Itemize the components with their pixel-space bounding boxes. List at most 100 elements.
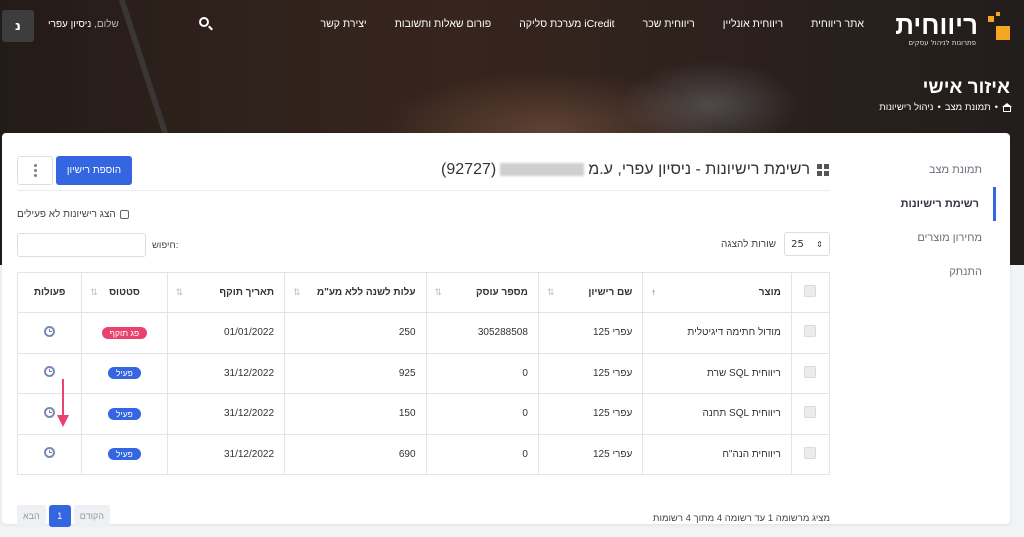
side-menu-item-logout[interactable]: התנתק bbox=[866, 255, 996, 289]
table-search: חיפוש: bbox=[17, 233, 178, 257]
logo-tagline: פתרונות לניהול עסקים bbox=[908, 39, 977, 47]
table-row: ריווחית הנה"ח עפרי 125 0 690 31/12/2022 … bbox=[16, 433, 831, 475]
col-header-license[interactable]: שם רישיון ⇅ bbox=[537, 272, 644, 313]
row-checkbox[interactable] bbox=[804, 406, 817, 419]
rows-per-page-label: שורות להצגה bbox=[721, 238, 776, 250]
pagination: הבא 1 הקודם bbox=[17, 505, 110, 527]
user-greeting: שלום, ניסיון עפרי bbox=[48, 19, 119, 30]
cell-product: מודול חתימה דיגיטלית bbox=[642, 312, 792, 354]
col-header-expiry[interactable]: תאריך תוקף ⇅ bbox=[166, 272, 286, 313]
cell-business-number: 0 bbox=[425, 393, 539, 435]
grid-icon bbox=[817, 164, 830, 177]
cell-product: ריווחית הנה"ח bbox=[642, 433, 792, 475]
licenses-panel: רשימת רישיונות - ניסיון עפרי, ע.מ (92727)… bbox=[16, 153, 831, 527]
breadcrumb: ניהול רישיונות • תמונת מצב • bbox=[879, 102, 1012, 113]
search-input[interactable] bbox=[17, 233, 146, 257]
add-license-button[interactable]: הוספת רישיון bbox=[56, 156, 132, 185]
rows-per-page: שורות להצגה 25 ⇕ bbox=[721, 232, 830, 256]
nav-link-contact[interactable]: יצירת קשר bbox=[321, 18, 367, 30]
cell-license: עפרי 125 bbox=[537, 312, 644, 354]
cell-cost: 690 bbox=[284, 433, 427, 475]
cell-expiry: 31/12/2022 bbox=[166, 433, 286, 475]
show-inactive-toggle[interactable]: הצג רישיונות לא פעילים bbox=[17, 209, 129, 220]
sort-icon: ⇅ bbox=[546, 287, 555, 297]
side-menu-item-overview[interactable]: תמונת מצב bbox=[866, 153, 996, 187]
side-menu: תמונת מצב רשימת רישיונות מחירון מוצרים ה… bbox=[866, 153, 996, 289]
status-badge: פעיל bbox=[108, 407, 141, 420]
nav-link-icredit[interactable]: מערכת סליקה iCredit bbox=[519, 18, 615, 30]
panel-header: רשימת רישיונות - ניסיון עפרי, ע.מ (92727)… bbox=[17, 153, 830, 191]
col-header-cost[interactable]: עלות לשנה ללא מע"מ ⇅ bbox=[284, 272, 427, 313]
top-navigation: ריווחית פתרונות לניהול עסקים אתר ריווחית… bbox=[0, 0, 1024, 52]
table-header-row: מוצר ↑ שם רישיון ⇅ מספר עוסק ⇅ עלות לשנה לל… bbox=[16, 272, 831, 313]
status-badge: פעיל bbox=[108, 448, 141, 461]
panel-title: רשימת רישיונות - ניסיון עפרי, ע.מ (92727) bbox=[441, 161, 810, 179]
show-inactive-label: הצג רישיונות לא פעילים bbox=[17, 209, 116, 220]
rows-per-page-select[interactable]: 25 ⇕ bbox=[784, 232, 830, 256]
cell-expiry: 31/12/2022 bbox=[166, 352, 286, 394]
user-name: ניסיון עפרי bbox=[48, 19, 92, 30]
col-header-business-number[interactable]: מספר עוסק ⇅ bbox=[425, 272, 539, 313]
breadcrumb-item-licenses[interactable]: ניהול רישיונות bbox=[879, 102, 933, 113]
nav-link-payroll[interactable]: ריווחית שכר bbox=[643, 18, 695, 30]
logo-wordmark: ריווחית bbox=[895, 10, 978, 40]
breadcrumb-item-overview[interactable]: תמונת מצב bbox=[945, 102, 991, 113]
cell-business-number: 305288508 bbox=[425, 312, 539, 354]
sort-icon: ⇅ bbox=[434, 287, 443, 297]
cell-cost: 925 bbox=[284, 352, 427, 394]
renew-clock-icon[interactable] bbox=[44, 325, 56, 337]
cell-business-number: 0 bbox=[425, 433, 539, 475]
cell-expiry: 31/12/2022 bbox=[166, 393, 286, 435]
redacted-id bbox=[500, 163, 585, 177]
nav-link-site[interactable]: אתר ריווחית bbox=[811, 18, 864, 30]
pagination-page-1[interactable]: 1 bbox=[48, 505, 71, 527]
cell-product: ריווחית SQL תחנה bbox=[642, 393, 792, 435]
pagination-next-button[interactable]: הבא bbox=[17, 505, 46, 527]
col-header-product[interactable]: מוצר ↑ bbox=[642, 272, 792, 313]
row-checkbox[interactable] bbox=[804, 446, 817, 459]
annotation-arrow-icon bbox=[57, 379, 69, 429]
side-menu-item-licenses[interactable]: רשימת רישיונות bbox=[866, 187, 996, 221]
row-checkbox[interactable] bbox=[804, 365, 817, 378]
main-card: תמונת מצב רשימת רישיונות מחירון מוצרים ה… bbox=[2, 133, 1010, 527]
more-options-icon[interactable] bbox=[17, 156, 53, 185]
table-row: מודול חתימה דיגיטלית עפרי 125 305288508 … bbox=[16, 312, 831, 354]
brand-logo[interactable]: ריווחית פתרונות לניהול עסקים bbox=[890, 6, 1010, 48]
breadcrumb-separator: • bbox=[937, 102, 941, 113]
page-title: איזור אישי bbox=[922, 77, 1010, 98]
renew-clock-icon[interactable] bbox=[44, 406, 56, 418]
avatar[interactable]: נ bbox=[2, 10, 34, 42]
home-icon[interactable] bbox=[1002, 103, 1012, 112]
select-all-checkbox[interactable] bbox=[804, 285, 817, 297]
greeting-hello: שלום, bbox=[94, 19, 119, 30]
search-label: חיפוש: bbox=[152, 239, 179, 251]
logo-mark-icon bbox=[982, 12, 1010, 40]
sort-icon: ⇅ bbox=[90, 287, 98, 297]
status-badge: פג תוקף bbox=[101, 326, 148, 339]
renew-clock-icon[interactable] bbox=[44, 366, 56, 378]
updown-icon: ⇕ bbox=[816, 239, 823, 249]
sort-icon: ⇅ bbox=[293, 287, 301, 297]
col-header-actions: פעולות bbox=[16, 272, 83, 313]
pagination-prev-button[interactable]: הקודם bbox=[73, 505, 110, 527]
licenses-table: מוצר ↑ שם רישיון ⇅ מספר עוסק ⇅ עלות לשנה לל… bbox=[16, 272, 831, 475]
search-icon[interactable] bbox=[198, 16, 214, 32]
nav-link-forum[interactable]: פורום שאלות ותשובות bbox=[395, 18, 491, 30]
cell-product: ריווחית SQL שרת bbox=[642, 352, 792, 394]
cell-license: עפרי 125 bbox=[537, 433, 644, 475]
row-checkbox[interactable] bbox=[804, 325, 817, 338]
col-header-status[interactable]: סטטוס ⇅ bbox=[81, 272, 168, 313]
select-all-cell bbox=[790, 272, 831, 313]
cell-expiry: 01/01/2022 bbox=[166, 312, 286, 354]
breadcrumb-separator: • bbox=[994, 102, 998, 113]
table-row: ריווחית SQL תחנה עפרי 125 0 150 31/12/20… bbox=[16, 393, 831, 435]
sort-asc-icon: ↑ bbox=[651, 287, 656, 297]
pagination-info: מציג מרשומה 1 עד רשומה 4 מתוך 4 רשומות bbox=[652, 513, 830, 524]
cell-cost: 150 bbox=[284, 393, 427, 435]
show-inactive-checkbox[interactable] bbox=[119, 210, 129, 219]
renew-clock-icon[interactable] bbox=[44, 447, 56, 459]
nav-links: אתר ריווחית ריווחית אונליין ריווחית שכר … bbox=[293, 18, 864, 30]
panel-title-text: רשימת רישיונות - ניסיון עפרי, ע.מ bbox=[588, 161, 810, 178]
side-menu-item-pricelist[interactable]: מחירון מוצרים bbox=[866, 221, 996, 255]
nav-link-online[interactable]: ריווחית אונליין bbox=[723, 18, 783, 30]
